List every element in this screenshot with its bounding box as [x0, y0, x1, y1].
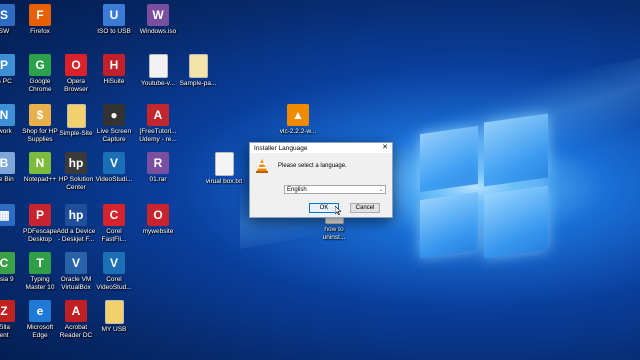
desktop-icon-image: N: [0, 104, 15, 126]
desktop-icon-image: F: [29, 4, 51, 26]
installer-language-dialog: Installer Language ✕ Please select a lan…: [249, 142, 393, 218]
desktop-icon-image: ▲: [287, 104, 309, 126]
desktop-icon-image: ●: [103, 104, 125, 126]
desktop-icon-label: Sample-pa...: [179, 80, 217, 87]
desktop-icon-label: 01.rar: [149, 176, 167, 183]
desktop-icon-label: [FreeTutori... Udemy - re...: [139, 128, 177, 143]
desktop-icon[interactable]: Sample-pa...: [172, 54, 224, 88]
dialog-titlebar: Installer Language ✕: [250, 143, 392, 153]
desktop-icon-image: C: [0, 252, 15, 274]
desktop-icon-image: A: [65, 300, 87, 322]
desktop-icon-label: how to uninst...: [322, 226, 346, 241]
desktop-icon-image: [104, 300, 124, 324]
desktop-icon[interactable]: ▲ vlc-2.2.2-w...: [272, 104, 324, 136]
desktop-icon-image: P: [29, 204, 51, 226]
desktop-icon[interactable]: virual box.txt: [198, 152, 250, 186]
desktop-icon-image: hp: [65, 204, 87, 226]
close-button[interactable]: ✕: [382, 144, 388, 152]
desktop-icon-image: R: [147, 152, 169, 174]
desktop-icon-image: Z: [0, 300, 15, 322]
mouse-cursor-icon: [335, 206, 341, 215]
desktop-icon-image: P: [0, 54, 15, 76]
desktop-icon-image: T: [29, 252, 51, 274]
desktop-icon-image: U: [103, 4, 125, 26]
desktop-icon-image: A: [147, 104, 169, 126]
desktop-icon[interactable]: V Corel VideoStud...: [88, 252, 140, 292]
desktop-icon-image: $: [29, 104, 51, 126]
desktop-icon[interactable]: F Firefox: [14, 4, 66, 36]
desktop-icon-image: V: [103, 252, 125, 274]
desktop-icon-label: MY USB: [101, 326, 127, 333]
chevron-down-icon: ⌄: [378, 187, 383, 193]
desktop-icon-label: Windows.iso: [139, 28, 177, 35]
desktop-icon-image: W: [147, 4, 169, 26]
desktop-icon-image: [214, 152, 234, 176]
cancel-button[interactable]: Cancel: [350, 203, 380, 213]
desktop-icon[interactable]: W Windows.iso: [132, 4, 184, 36]
desktop-icon-image: C: [103, 204, 125, 226]
desktop-icon-image: [188, 54, 208, 78]
desktop-icon[interactable]: A [FreeTutori... Udemy - re...: [132, 104, 184, 144]
desktop-icon-image: G: [29, 54, 51, 76]
dialog-title: Installer Language: [254, 144, 308, 152]
desktop-icon-image: O: [65, 54, 87, 76]
desktop-icon-image: ▦: [0, 204, 15, 226]
desktop-icon-label: vlc-2.2.2-w...: [279, 128, 317, 135]
language-prompt: Please select a language.: [278, 163, 347, 169]
desktop-icon-image: [148, 54, 168, 78]
desktop-icon-image: N: [29, 152, 51, 174]
desktop-icon-image: e: [29, 300, 51, 322]
windows-logo: [420, 113, 548, 260]
desktop-icon-image: S: [0, 4, 15, 26]
desktop-icon-label: mywebsite: [142, 228, 174, 235]
desktop-icon-image: hp: [65, 152, 87, 174]
vlc-cone-icon: [256, 159, 268, 173]
desktop-icon[interactable]: MY USB: [88, 300, 140, 334]
desktop-icon-image: B: [0, 152, 15, 174]
desktop-icon[interactable]: Omywebsite: [132, 204, 184, 236]
desktop-icon-label: Firefox: [30, 28, 50, 35]
desktop-icon-label: Corel VideoStud...: [96, 276, 132, 291]
desktop-icon-image: V: [65, 252, 87, 274]
desktop-icon-image: V: [103, 152, 125, 174]
desktop-icon[interactable]: R 01.rar: [132, 152, 184, 184]
desktop-icon-image: O: [147, 204, 169, 226]
desktop-icon-image: H: [103, 54, 125, 76]
selected-language: English: [287, 187, 307, 193]
desktop-icon-label: virual box.txt: [205, 178, 243, 185]
language-select[interactable]: English ⌄: [284, 185, 386, 194]
desktop-icon-image: [66, 104, 86, 128]
